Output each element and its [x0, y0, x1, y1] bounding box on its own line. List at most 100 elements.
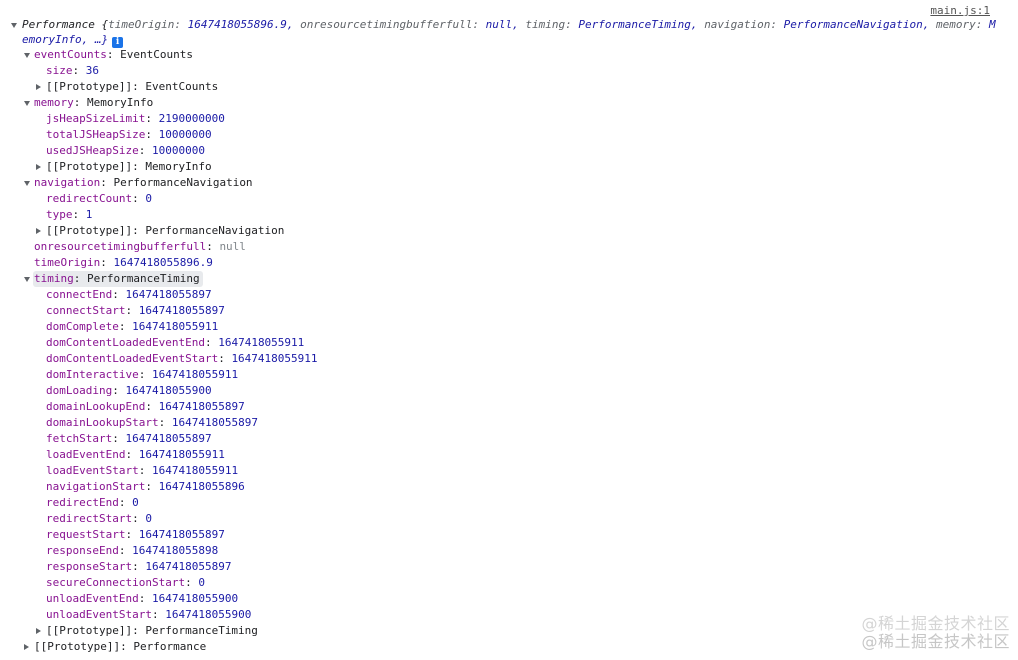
property-key: eventCounts: [34, 48, 107, 61]
property-key: domLoading: [46, 384, 113, 397]
property-row-domcontentloadedeventend: domContentLoadedEventEnd: 1647418055911: [0, 335, 1018, 351]
property-entry: [[Prototype]]: EventCounts: [46, 79, 218, 95]
property-key: size: [46, 64, 73, 77]
property-entry: domComplete: 1647418055911: [46, 319, 218, 335]
property-value: 1647418055911: [151, 368, 239, 381]
root-summary-value: PerformanceTiming,: [578, 18, 705, 31]
root-summary[interactable]: Performance {timeOrigin: 1647418055896.9…: [22, 17, 996, 33]
property-entry: [[Prototype]]: PerformanceTiming: [46, 623, 258, 639]
root-summary-line-1[interactable]: Performance {timeOrigin: 1647418055896.9…: [0, 17, 1018, 33]
property-entry: [[Prototype]]: Performance: [34, 639, 206, 655]
prototype-row[interactable]: [[Prototype]]: EventCounts: [0, 79, 1018, 95]
property-entry: navigationStart: 1647418055896: [46, 479, 245, 495]
property-entry: domContentLoadedEventStart: 164741805591…: [46, 351, 318, 367]
property-key: timing: [34, 272, 74, 285]
root-summary-key: memory:: [936, 18, 989, 31]
prototype-row[interactable]: [[Prototype]]: MemoryInfo: [0, 159, 1018, 175]
separator: :: [120, 640, 134, 653]
property-entry: totalJSHeapSize: 10000000: [46, 127, 212, 143]
property-value: null: [219, 240, 246, 253]
separator: :: [73, 96, 87, 109]
property-entry: size: 36: [46, 63, 99, 79]
property-key: redirectEnd: [46, 496, 119, 509]
property-key: redirectStart: [46, 512, 133, 525]
property-entry: memory: MemoryInfo: [34, 95, 153, 111]
property-entry: redirectStart: 0: [46, 511, 152, 527]
property-key: [[Prototype]]: [46, 624, 133, 637]
property-row-eventcounts[interactable]: eventCounts: EventCounts: [0, 47, 1018, 63]
property-key: domContentLoadedEventStart: [46, 352, 219, 365]
property-key: responseStart: [46, 560, 133, 573]
property-entry: responseStart: 1647418055897: [46, 559, 231, 575]
root-summary-type: Performance {: [22, 18, 109, 31]
property-value: 1647418055911: [132, 320, 219, 333]
property-value: 1647418055897: [158, 400, 245, 413]
separator: :: [138, 464, 152, 477]
expand-triangle-icon[interactable]: [11, 23, 17, 28]
expand-triangle-icon[interactable]: [36, 163, 41, 170]
collapse-triangle-icon[interactable]: [24, 53, 30, 58]
collapse-triangle-icon[interactable]: [24, 101, 30, 106]
property-row-redirectend: redirectEnd: 0: [0, 495, 1018, 511]
root-summary-line-2: emoryInfo, …} i: [0, 32, 1018, 48]
property-value: 0: [145, 192, 152, 205]
expand-triangle-icon[interactable]: [24, 643, 29, 650]
property-row-navigationstart: navigationStart: 1647418055896: [0, 479, 1018, 495]
collapse-triangle-icon[interactable]: [24, 277, 30, 282]
property-row-timing[interactable]: timing: PerformanceTiming: [0, 271, 1018, 287]
separator: :: [72, 64, 86, 77]
property-value: 0: [132, 496, 139, 509]
separator: :: [138, 144, 152, 157]
expand-triangle-icon[interactable]: [36, 83, 41, 90]
separator: :: [132, 624, 146, 637]
property-value: PerformanceNavigation: [145, 224, 285, 237]
property-value: PerformanceTiming: [145, 624, 258, 637]
collapse-triangle-icon[interactable]: [24, 181, 30, 186]
property-key: fetchStart: [46, 432, 113, 445]
separator: :: [145, 400, 159, 413]
property-value: 1647418055897: [138, 528, 225, 541]
property-row-domcontentloadedeventstart: domContentLoadedEventStart: 164741805591…: [0, 351, 1018, 367]
source-location-link[interactable]: main.js:1: [930, 4, 990, 17]
property-entry: domContentLoadedEventEnd: 1647418055911: [46, 335, 304, 351]
property-row-domcomplete: domComplete: 1647418055911: [0, 319, 1018, 335]
property-entry: domainLookupStart: 1647418055897: [46, 415, 258, 431]
property-entry: responseEnd: 1647418055898: [46, 543, 218, 559]
property-row-loadeventend: loadEventEnd: 1647418055911: [0, 447, 1018, 463]
prototype-row[interactable]: [[Prototype]]: PerformanceNavigation: [0, 223, 1018, 239]
property-row-memory[interactable]: memory: MemoryInfo: [0, 95, 1018, 111]
separator: :: [145, 128, 159, 141]
property-entry: domainLookupEnd: 1647418055897: [46, 399, 245, 415]
property-key: [[Prototype]]: [46, 80, 133, 93]
property-value: 1647418055900: [165, 608, 252, 621]
separator: :: [106, 48, 121, 61]
property-key: secureConnectionStart: [46, 576, 186, 589]
separator: :: [118, 496, 133, 509]
property-key: navigation: [34, 176, 101, 189]
property-row-fetchstart: fetchStart: 1647418055897: [0, 431, 1018, 447]
separator: :: [206, 240, 220, 253]
separator: :: [138, 368, 152, 381]
property-value: 36: [85, 64, 99, 77]
property-entry: [[Prototype]]: MemoryInfo: [46, 159, 212, 175]
separator: :: [185, 576, 199, 589]
property-entry: unloadEventStart: 1647418055900: [46, 607, 251, 623]
property-key: unloadEventStart: [46, 608, 152, 621]
separator: :: [145, 480, 159, 493]
property-key: [[Prototype]]: [34, 640, 121, 653]
property-row-domainlookupstart: domainLookupStart: 1647418055897: [0, 415, 1018, 431]
property-row-type: type: 1: [0, 207, 1018, 223]
separator: :: [132, 224, 146, 237]
separator: :: [132, 192, 146, 205]
property-row-navigation[interactable]: navigation: PerformanceNavigation: [0, 175, 1018, 191]
property-row-domloading: domLoading: 1647418055900: [0, 383, 1018, 399]
expand-triangle-icon[interactable]: [36, 627, 41, 634]
property-entry: timing: PerformanceTiming: [33, 271, 203, 287]
separator: :: [132, 80, 146, 93]
separator: :: [132, 160, 146, 173]
expand-triangle-icon[interactable]: [36, 227, 41, 234]
property-value: 1647418055897: [145, 560, 232, 573]
property-value: 1647418055900: [151, 592, 239, 605]
property-key: onresourcetimingbufferfull: [34, 240, 207, 253]
property-row-responsestart: responseStart: 1647418055897: [0, 559, 1018, 575]
